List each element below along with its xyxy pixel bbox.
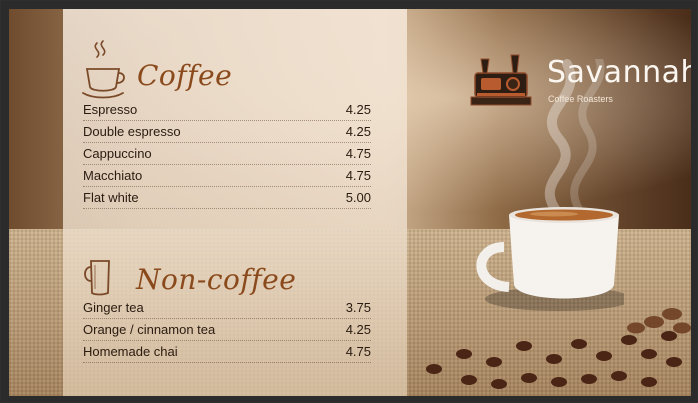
menu-item-name: Flat white (83, 189, 139, 205)
coffee-roaster-icon (470, 54, 532, 106)
steaming-cup-icon (82, 40, 125, 99)
brand-name: Savannah (547, 55, 691, 90)
menu-item-name: Ginger tea (83, 299, 144, 315)
menu-item-price: 3.75 (345, 299, 371, 315)
menu-item-double-espresso: Double espresso 4.25 (83, 121, 371, 143)
menu-item-name: Macchiato (83, 167, 143, 183)
section-title-coffee: Coffee (137, 59, 233, 92)
menu-item-name: Homemade chai (83, 343, 178, 359)
menu-item-espresso: Espresso 4.25 (83, 99, 371, 121)
menu-item-macchiato: Macchiato 4.75 (83, 165, 371, 187)
menu-item-price: 4.25 (345, 321, 371, 337)
menu-item-orange-cinnamon-tea: Orange / cinnamon tea 4.25 (83, 319, 371, 341)
brand-subtitle: Coffee Roasters (548, 94, 613, 104)
menu-item-flat-white: Flat white 5.00 (83, 187, 371, 209)
menu-item-name: Double espresso (83, 123, 181, 139)
menu-item-price: 4.75 (345, 145, 371, 161)
mug-icon (84, 260, 110, 296)
menu-board: Coffee Espresso 4.25 Double espresso 4.2… (9, 9, 691, 396)
menu-item-homemade-chai: Homemade chai 4.75 (83, 341, 371, 363)
menu-item-price: 4.75 (345, 343, 371, 359)
menu-item-price: 4.75 (345, 167, 371, 183)
menu-item-name: Orange / cinnamon tea (83, 321, 216, 337)
menu-item-price: 4.25 (345, 123, 371, 139)
menu-item-name: Cappuccino (83, 145, 152, 161)
brand-logo: Savannah Coffee Roasters (469, 53, 691, 113)
section-title-non-coffee: Non-coffee (136, 263, 297, 296)
menu-item-ginger-tea: Ginger tea 3.75 (83, 297, 371, 319)
coffee-beans-graphic (426, 308, 691, 389)
menu-item-price: 5.00 (345, 189, 371, 205)
display-frame: Coffee Espresso 4.25 Double espresso 4.2… (0, 0, 698, 403)
menu-item-cappuccino: Cappuccino 4.75 (83, 143, 371, 165)
menu-item-name: Espresso (83, 101, 138, 117)
menu-item-price: 4.25 (345, 101, 371, 117)
